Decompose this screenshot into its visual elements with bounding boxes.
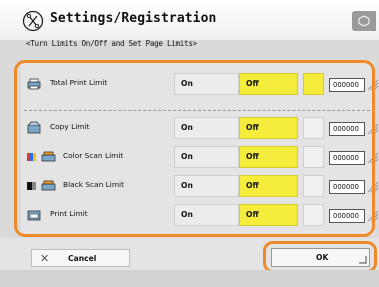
row-total-print-limit: Total Print Limit On Off 000000 [21, 73, 379, 95]
color-scan-icon [27, 151, 56, 162]
black-scan-icon [27, 180, 56, 191]
color-scan-value-key[interactable] [303, 146, 324, 168]
color-scan-off-button[interactable]: Off [239, 146, 298, 168]
row-label: Copy Limit [50, 122, 90, 131]
print-value-field[interactable]: 000000 [329, 209, 365, 223]
print-value-key[interactable] [303, 204, 324, 226]
row-label: Print Limit [50, 209, 88, 218]
print-off-button[interactable]: Off [239, 204, 298, 226]
keypad-icon[interactable] [367, 181, 379, 193]
row-label: Color Scan Limit [63, 151, 124, 160]
page-subtitle: <Turn Limits On/Off and Set Page Limits> [26, 39, 197, 48]
ok-button[interactable]: OK [271, 248, 370, 267]
page-title: Settings/Registration [50, 11, 217, 26]
corner-arrow-icon [359, 256, 367, 264]
header-bar: Settings/Registration [0, 0, 379, 40]
header-menu-button[interactable] [352, 11, 376, 31]
black-scan-on-button[interactable]: On [174, 175, 239, 197]
status-footer [0, 270, 379, 287]
cube-icon [358, 15, 370, 27]
keypad-icon[interactable] [367, 123, 379, 135]
copier-icon [27, 121, 41, 134]
total-print-off-button[interactable]: Off [239, 73, 298, 95]
black-scan-value-field[interactable]: 000000 [329, 180, 365, 194]
keypad-icon[interactable] [367, 79, 379, 91]
row-print-limit: Print Limit On Off 000000 [21, 204, 379, 226]
settings-screen: Settings/Registration <Turn Limits On/Of… [0, 0, 379, 287]
keypad-icon[interactable] [367, 152, 379, 164]
row-black-scan-limit: Black Scan Limit On Off 000000 [21, 175, 379, 197]
copy-value-field[interactable]: 000000 [329, 122, 365, 136]
copy-value-key[interactable] [303, 117, 324, 139]
total-print-on-button[interactable]: On [174, 73, 239, 95]
black-scan-value-key[interactable] [303, 175, 324, 197]
total-print-value-key[interactable] [303, 73, 324, 95]
row-label: Total Print Limit [50, 78, 108, 87]
printer-total-icon [27, 78, 41, 90]
ok-label: OK [316, 253, 329, 262]
color-scan-value-field[interactable]: 000000 [329, 151, 365, 165]
cancel-label: Cancel [68, 254, 97, 263]
close-icon: ✕ [40, 252, 50, 265]
row-color-scan-limit: Color Scan Limit On Off 000000 [21, 146, 379, 168]
print-icon [27, 210, 41, 221]
divider [24, 110, 370, 111]
black-scan-off-button[interactable]: Off [239, 175, 298, 197]
row-label: Black Scan Limit [63, 180, 124, 189]
keypad-icon[interactable] [367, 210, 379, 222]
color-scan-on-button[interactable]: On [174, 146, 239, 168]
print-on-button[interactable]: On [174, 204, 239, 226]
copy-off-button[interactable]: Off [239, 117, 298, 139]
total-print-value-field[interactable]: 000000 [329, 78, 365, 92]
copy-on-button[interactable]: On [174, 117, 239, 139]
row-copy-limit: Copy Limit On Off 000000 [21, 117, 379, 139]
settings-icon [22, 10, 44, 32]
cancel-button[interactable]: ✕ Cancel [31, 249, 130, 267]
